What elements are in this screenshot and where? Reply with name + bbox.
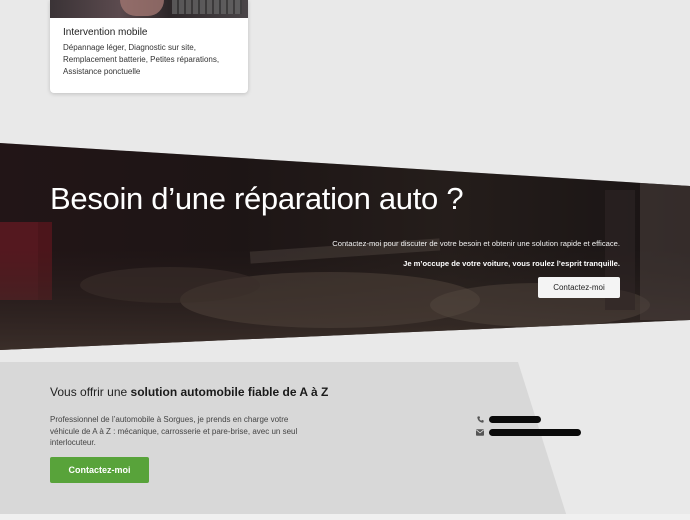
service-card-description: Dépannage léger, Diagnostic sur site, Re… <box>63 43 220 76</box>
offer-title: Vous offrir une solution automobile fiab… <box>50 385 328 399</box>
offer-title-highlight: solution automobile fiable de A à Z <box>130 385 329 399</box>
phone-icon <box>476 415 484 423</box>
email-address-redacted <box>489 428 581 436</box>
contact-email[interactable] <box>476 427 581 437</box>
phone-number-redacted <box>489 415 541 423</box>
offer-contact-button[interactable]: Contactez-moi <box>50 457 149 483</box>
service-card: Intervention mobile Dépannage léger, Dia… <box>50 0 248 93</box>
banner-title: Besoin d’une réparation auto ? <box>50 181 464 216</box>
card-image-hand <box>120 0 164 16</box>
envelope-icon <box>476 428 484 436</box>
offer-title-prefix: Vous offrir une <box>50 385 128 399</box>
banner-contact-button[interactable]: Contactez-moi <box>538 277 620 298</box>
service-card-title: Intervention mobile <box>63 27 148 38</box>
contact-phone[interactable] <box>476 414 541 424</box>
banner-text-line: Contactez-moi pour discuter de votre bes… <box>332 239 620 248</box>
offer-description: Professionnel de l’automobile à Sorgues,… <box>50 415 298 447</box>
card-image-keyboard <box>172 0 242 14</box>
service-card-image <box>50 0 248 18</box>
banner-tagline: Je m’occupe de votre voiture, vous roule… <box>403 259 620 268</box>
